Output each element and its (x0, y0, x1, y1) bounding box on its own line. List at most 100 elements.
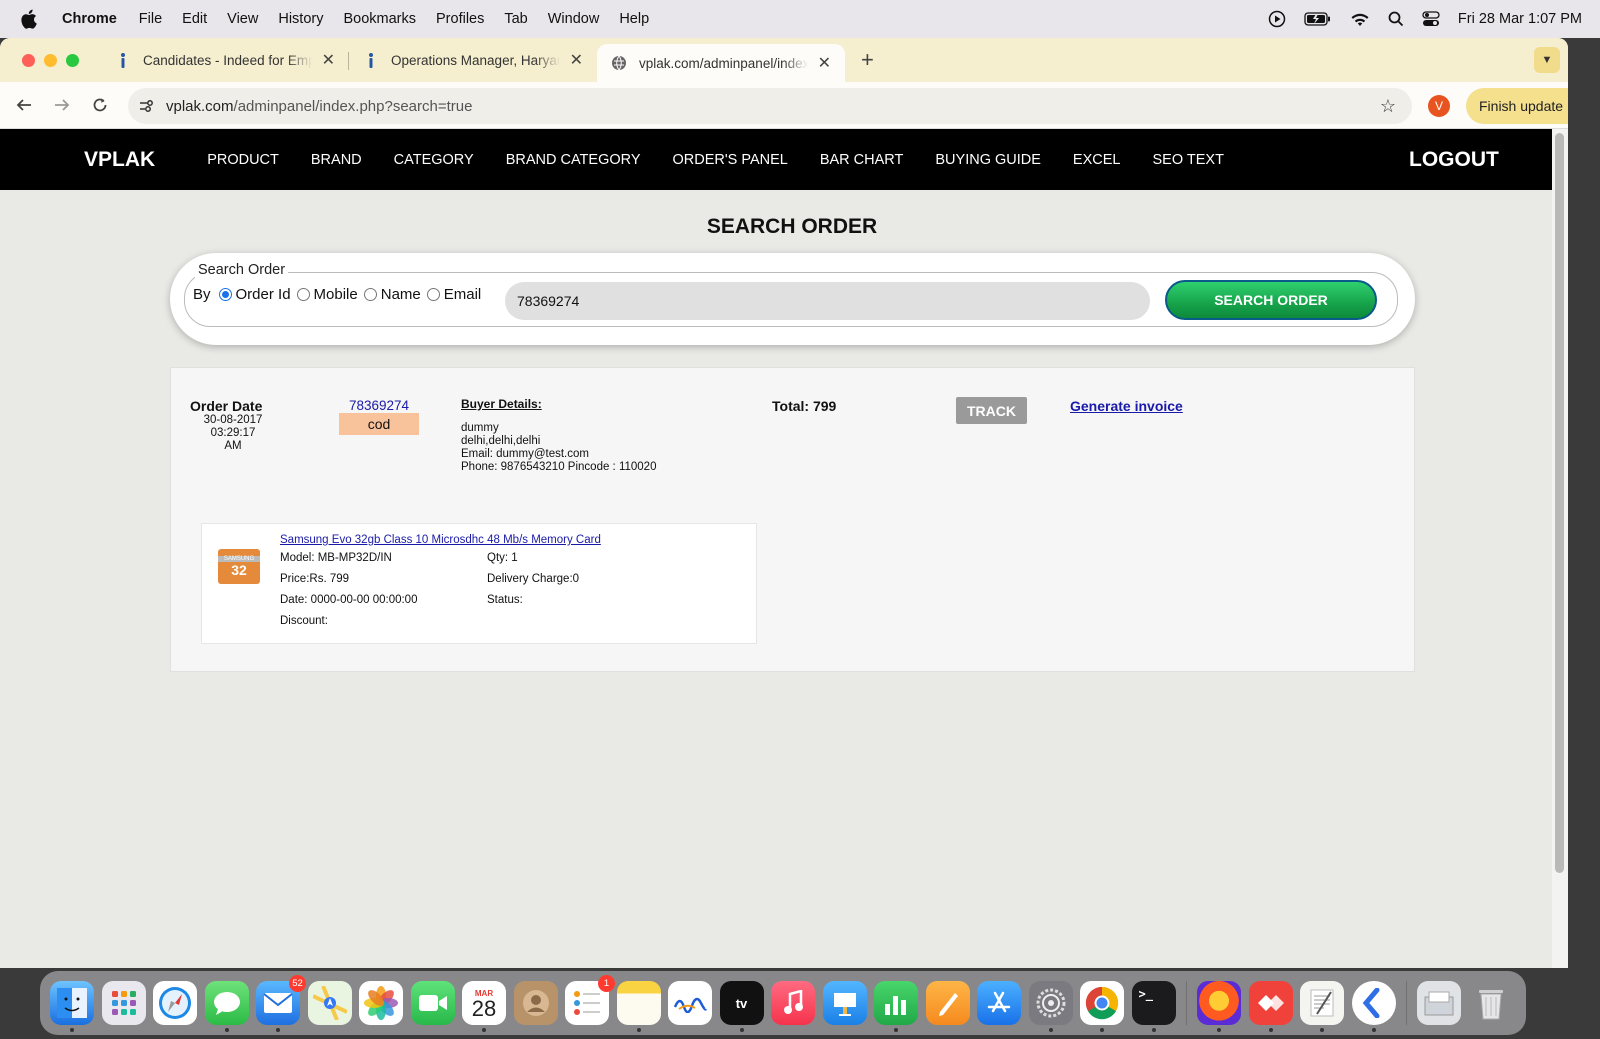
new-tab-icon[interactable]: + (861, 47, 874, 73)
numbers-icon[interactable] (874, 981, 918, 1032)
control-center-icon[interactable] (1422, 11, 1440, 27)
order-id-link[interactable]: 78369274 (349, 398, 409, 413)
trash-icon[interactable] (1469, 981, 1513, 1025)
running-indicator (894, 1028, 898, 1032)
tab-vplak-admin[interactable]: vplak.com/adminpanel/index.php ✕ (597, 44, 845, 82)
messages-icon[interactable] (204, 981, 249, 1032)
tab-search-chevron-icon[interactable]: ▼ (1534, 47, 1560, 73)
search-order-button[interactable]: SEARCH ORDER (1165, 280, 1377, 320)
music-icon[interactable] (771, 981, 815, 1025)
reminders-badge: 1 (598, 975, 615, 992)
radio-order-id[interactable]: Order Id (218, 286, 291, 303)
contacts-icon[interactable] (513, 981, 558, 1025)
menu-bookmarks[interactable]: Bookmarks (343, 11, 416, 27)
back-icon[interactable] (14, 97, 34, 113)
tab-close-icon[interactable]: ✕ (818, 53, 831, 73)
address-bar[interactable]: vplak.com/adminpanel/index.php?search=tr… (128, 88, 1412, 124)
nav-bar-chart[interactable]: BAR CHART (820, 152, 904, 168)
finder-icon[interactable] (50, 981, 94, 1032)
nav-buying-guide[interactable]: BUYING GUIDE (935, 152, 1041, 168)
terminal-icon[interactable]: >_ (1131, 981, 1176, 1032)
tab-operations-manager[interactable]: Operations Manager, Haryana ✕ (349, 38, 597, 82)
page-title: SEARCH ORDER (706, 215, 878, 238)
play-icon[interactable] (1268, 10, 1286, 28)
radio-email[interactable]: Email (426, 286, 482, 303)
radio-button[interactable] (363, 288, 377, 301)
tab-close-icon[interactable]: ✕ (322, 50, 335, 70)
nav-brand[interactable]: BRAND (311, 152, 362, 168)
wifi-icon[interactable] (1350, 12, 1370, 27)
chrome-icon[interactable] (1080, 981, 1124, 1032)
nav-brand-category[interactable]: BRAND CATEGORY (506, 152, 641, 168)
photos-icon[interactable] (359, 981, 403, 1025)
apple-icon[interactable] (20, 9, 40, 29)
freeform-icon[interactable] (668, 981, 712, 1025)
keynote-icon[interactable] (822, 981, 867, 1025)
spotlight-search-icon[interactable] (1388, 11, 1404, 27)
search-input[interactable]: 78369274 (505, 282, 1150, 320)
nav-product[interactable]: PRODUCT (207, 152, 279, 168)
klack-app-icon[interactable] (1351, 981, 1396, 1032)
search-by-options: By Order Id Mobile Name Email (193, 286, 487, 303)
mail-icon[interactable]: 52 (256, 975, 306, 1032)
downloads-folder-icon[interactable] (1417, 981, 1461, 1025)
tab-indeed-candidates[interactable]: Candidates - Indeed for Employers ✕ (101, 38, 349, 82)
safari-icon[interactable] (153, 981, 197, 1025)
product-name-link[interactable]: Samsung Evo 32gb Class 10 Microsdhc 48 M… (280, 534, 601, 546)
nav-category[interactable]: CATEGORY (394, 152, 474, 168)
nav-seo-text[interactable]: SEO TEXT (1152, 152, 1223, 168)
finish-update-button[interactable]: Finish update ⋮ (1466, 88, 1568, 124)
page-scrollbar[interactable] (1552, 129, 1568, 968)
calendar-icon[interactable]: MAR 28 (462, 981, 506, 1032)
menu-app-name[interactable]: Chrome (62, 11, 117, 27)
radio-name[interactable]: Name (363, 286, 421, 303)
site-brand-logo[interactable]: VPLAK (84, 148, 155, 172)
globe-favicon-icon (611, 55, 627, 71)
app-store-icon[interactable] (977, 981, 1021, 1025)
anydesk-icon[interactable] (1248, 981, 1293, 1032)
radio-button[interactable] (218, 288, 232, 301)
zoom-window-button[interactable] (66, 53, 79, 67)
menu-profiles[interactable]: Profiles (436, 11, 484, 27)
menu-help[interactable]: Help (619, 11, 649, 27)
menu-view[interactable]: View (227, 11, 258, 27)
system-settings-icon[interactable] (1028, 981, 1073, 1032)
reload-icon[interactable] (90, 97, 110, 113)
bookmark-star-icon[interactable]: ☆ (1380, 96, 1396, 117)
generate-invoice-link[interactable]: Generate invoice (1070, 398, 1183, 414)
tab-close-icon[interactable]: ✕ (570, 50, 583, 70)
notes-icon[interactable] (616, 981, 661, 1032)
menu-edit[interactable]: Edit (182, 11, 207, 27)
menu-history[interactable]: History (278, 11, 323, 27)
profile-avatar[interactable]: V (1428, 95, 1450, 117)
radio-label: Email (443, 286, 482, 303)
radio-button[interactable] (296, 288, 310, 301)
nav-orders-panel[interactable]: ORDER'S PANEL (673, 152, 788, 168)
radio-label: Mobile (313, 286, 358, 303)
firefox-icon[interactable] (1197, 981, 1241, 1032)
launchpad-icon[interactable] (101, 981, 146, 1025)
nav-excel[interactable]: EXCEL (1073, 152, 1121, 168)
scrollbar-thumb[interactable] (1555, 133, 1564, 873)
product-thumbnail[interactable]: SAMSUNG 32 (218, 549, 260, 584)
track-button[interactable]: TRACK (956, 397, 1027, 424)
site-settings-icon[interactable] (138, 98, 154, 114)
menu-tab[interactable]: Tab (504, 11, 527, 27)
menu-file[interactable]: File (139, 11, 162, 27)
close-window-button[interactable] (22, 53, 35, 67)
battery-icon[interactable] (1304, 12, 1332, 26)
pages-icon[interactable] (925, 981, 970, 1025)
apple-tv-icon[interactable]: tv (719, 981, 764, 1032)
search-by-label: By (193, 286, 211, 303)
menubar-datetime[interactable]: Fri 28 Mar 1:07 PM (1458, 11, 1582, 27)
maps-icon[interactable] (307, 981, 352, 1025)
facetime-icon[interactable] (410, 981, 455, 1025)
reminders-icon[interactable]: 1 (565, 975, 615, 1025)
menu-window[interactable]: Window (548, 11, 600, 27)
minimize-window-button[interactable] (44, 53, 57, 67)
forward-icon[interactable] (52, 97, 72, 113)
logout-link[interactable]: LOGOUT (1409, 148, 1499, 172)
textedit-icon[interactable] (1300, 981, 1344, 1032)
radio-button[interactable] (426, 288, 440, 301)
radio-mobile[interactable]: Mobile (296, 286, 358, 303)
